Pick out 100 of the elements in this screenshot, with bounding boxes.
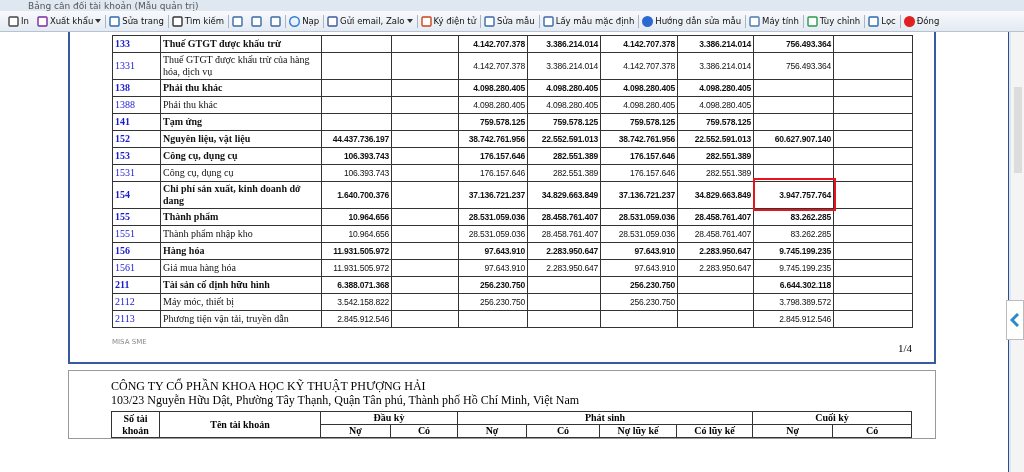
amount-cell: 9.745.199.235 bbox=[753, 259, 834, 277]
toolbar-button[interactable]: Tìm kiếm bbox=[169, 14, 230, 28]
toolbar-button[interactable]: Máy tính bbox=[747, 14, 804, 28]
account-code-cell[interactable]: 2112 bbox=[112, 293, 161, 311]
toolbar-button[interactable]: Ký điện tử bbox=[418, 14, 482, 28]
account-code-cell[interactable]: 154 bbox=[112, 181, 161, 209]
account-code-cell[interactable]: 1531 bbox=[112, 164, 161, 182]
toolbar-button[interactable]: Đóng bbox=[901, 14, 945, 28]
account-name-cell: Phải thu khác bbox=[160, 96, 322, 114]
amount-cell: 176.157.646 bbox=[458, 147, 528, 165]
company-address: 103/23 Nguyễn Hữu Dật, Phường Tây Thạnh, Quận Tân phú, Thành phố Hồ Chí Minh, Việt Nam bbox=[111, 393, 581, 407]
account-name-cell: Tạm ứng bbox=[160, 113, 322, 131]
toolbar-button[interactable]: Nạp bbox=[287, 14, 325, 28]
toolbar-button[interactable]: Hướng dẫn sửa mẫu bbox=[640, 14, 747, 28]
amount-cell: 759.578.125 bbox=[458, 113, 528, 131]
toolbar-button[interactable]: Tùy chỉnh bbox=[804, 14, 866, 28]
account-code-cell[interactable]: 2113 bbox=[112, 310, 161, 328]
amount-cell: 97.643.910 bbox=[458, 242, 528, 260]
account-code-cell[interactable]: 211 bbox=[112, 276, 161, 294]
account-name-cell: Nguyên liệu, vật liệu bbox=[160, 130, 322, 148]
amount-cell: 756.493.364 bbox=[753, 35, 834, 53]
amount-cell: 4.142.707.378 bbox=[458, 52, 528, 80]
amount-cell: 282.551.389 bbox=[527, 147, 601, 165]
amount-cell: 28.458.761.407 bbox=[527, 208, 601, 226]
amount-cell: 60.627.907.140 bbox=[753, 130, 834, 148]
amount-cell: 282.551.389 bbox=[677, 147, 754, 165]
caret-icon bbox=[406, 19, 413, 23]
account-code-cell[interactable]: 1551 bbox=[112, 225, 161, 243]
account-code-cell[interactable]: 153 bbox=[112, 147, 161, 165]
amount-cell: 6.644.302.118 bbox=[753, 276, 834, 294]
account-code-cell[interactable]: 141 bbox=[112, 113, 161, 131]
account-name-cell: Thành phẩm nhập kho bbox=[160, 225, 322, 243]
amount-cell: 759.578.125 bbox=[600, 113, 678, 131]
account-code-cell[interactable]: 1331 bbox=[112, 52, 161, 80]
amount-cell: 3.947.757.764 bbox=[753, 181, 834, 209]
column-header: Có bbox=[390, 424, 458, 438]
amount-cell: 4.098.280.405 bbox=[677, 96, 754, 114]
window-title: Bảng cân đối tài khoản (Mẫu quản trị) bbox=[28, 1, 199, 11]
column-header: Tên tài khoản bbox=[159, 411, 321, 438]
account-name-cell: Chi phí sản xuất, kinh doanh dở dang bbox=[160, 181, 322, 209]
column-header: Nợ lũy kế bbox=[599, 424, 677, 438]
amount-cell: 176.157.646 bbox=[600, 164, 678, 182]
account-code-cell[interactable]: 155 bbox=[112, 208, 161, 226]
amount-cell: 9.745.199.235 bbox=[753, 242, 834, 260]
toolbar-button[interactable]: Lọc bbox=[866, 14, 901, 28]
amount-cell: 38.742.761.956 bbox=[600, 130, 678, 148]
toolbar-button[interactable]: Xuất khẩu bbox=[34, 14, 107, 28]
column-header: Có lũy kế bbox=[676, 424, 753, 438]
amount-cell: 4.098.280.405 bbox=[458, 79, 528, 97]
amount-cell: 97.643.910 bbox=[600, 259, 678, 277]
amount-cell: 28.531.059.036 bbox=[458, 208, 528, 226]
column-group-header: Phát sinh bbox=[457, 411, 753, 425]
toolbar-button[interactable]: Lấy mẫu mặc định bbox=[540, 14, 640, 28]
amount-cell: 83.262.285 bbox=[753, 225, 834, 243]
amount-cell: 1.640.700.376 bbox=[321, 181, 392, 209]
amount-cell: 282.551.389 bbox=[677, 164, 754, 182]
amount-cell: 759.578.125 bbox=[677, 113, 754, 131]
amount-cell: 106.393.743 bbox=[321, 164, 392, 182]
amount-cell: 22.552.591.013 bbox=[677, 130, 754, 148]
amount-cell: 4.098.280.405 bbox=[458, 96, 528, 114]
column-header: Có bbox=[832, 424, 912, 438]
account-name-cell: Tài sản cố định hữu hình bbox=[160, 276, 322, 294]
account-code-cell[interactable]: 156 bbox=[112, 242, 161, 260]
amount-cell: 2.283.950.647 bbox=[677, 259, 754, 277]
amount-cell: 28.531.059.036 bbox=[458, 225, 528, 243]
account-name-cell: Phải thu khác bbox=[160, 79, 322, 97]
account-name-cell: Phương tiện vận tải, truyền dẫn bbox=[160, 310, 322, 328]
amount-cell: 28.531.059.036 bbox=[600, 208, 678, 226]
account-code-cell[interactable]: 1561 bbox=[112, 259, 161, 277]
amount-cell: 4.142.707.378 bbox=[458, 35, 528, 53]
toolbar-button[interactable]: Sửa trang bbox=[107, 14, 169, 28]
amount-cell: 2.283.950.647 bbox=[677, 242, 754, 260]
amount-cell: 28.458.761.407 bbox=[677, 225, 754, 243]
column-header: Nợ bbox=[752, 424, 833, 438]
toolbar-button[interactable]: In bbox=[6, 14, 34, 28]
amount-cell: 11.931.505.972 bbox=[321, 242, 392, 260]
amount-cell: 106.393.743 bbox=[321, 147, 392, 165]
amount-cell: 28.458.761.407 bbox=[677, 208, 754, 226]
page-view-button[interactable] bbox=[268, 14, 287, 28]
amount-cell: 4.142.707.378 bbox=[600, 35, 678, 53]
toolbar-button[interactable]: Gửi email, Zalo bbox=[325, 14, 418, 28]
amount-cell: 256.230.750 bbox=[600, 276, 678, 294]
column-header: Có bbox=[526, 424, 600, 438]
column-header: Nợ bbox=[457, 424, 527, 438]
column-header: Số tài khoản bbox=[111, 411, 160, 438]
toolbar-button[interactable]: Sửa mẫu bbox=[482, 14, 540, 28]
amount-cell: 3.386.214.014 bbox=[527, 35, 601, 53]
account-name-cell: Thuế GTGT được khấu trừ bbox=[160, 35, 322, 53]
account-code-cell[interactable]: 138 bbox=[112, 79, 161, 97]
amount-cell: 2.845.912.546 bbox=[753, 310, 834, 328]
amount-cell: 44.437.736.197 bbox=[321, 130, 392, 148]
account-code-cell[interactable]: 152 bbox=[112, 130, 161, 148]
account-code-cell[interactable]: 1388 bbox=[112, 96, 161, 114]
amount-cell: 10.964.656 bbox=[321, 208, 392, 226]
amount-cell: 2.283.950.647 bbox=[527, 242, 601, 260]
account-code-cell[interactable]: 133 bbox=[112, 35, 161, 53]
amount-cell: 3.386.214.014 bbox=[527, 52, 601, 80]
column-group-header: Đầu kỳ bbox=[320, 411, 458, 425]
collapse-button[interactable] bbox=[1006, 300, 1024, 340]
account-name-cell: Hàng hóa bbox=[160, 242, 322, 260]
